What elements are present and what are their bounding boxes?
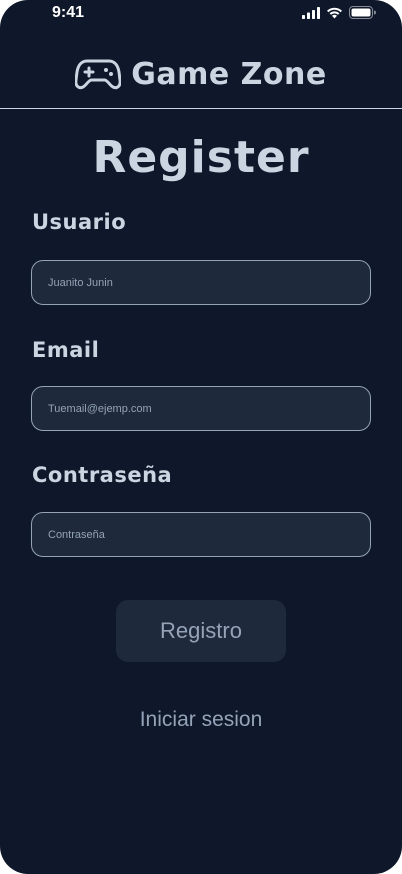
username-label: Usuario: [32, 210, 127, 234]
register-button[interactable]: Registro: [116, 600, 286, 662]
cellular-signal-icon: [302, 6, 320, 19]
gamepad-icon: [75, 59, 122, 90]
battery-icon: [349, 6, 376, 19]
email-label: Email: [32, 338, 100, 362]
login-link[interactable]: Iniciar sesion: [0, 708, 402, 732]
header-divider: [0, 108, 402, 109]
phone-screen: 9:41 Game Zone Register Usuario Juanito …: [0, 0, 402, 874]
wifi-icon: [327, 7, 342, 18]
password-input[interactable]: [31, 512, 371, 557]
password-label: Contraseña: [32, 463, 173, 487]
username-input[interactable]: [31, 260, 371, 305]
email-input[interactable]: [31, 386, 371, 431]
app-title: Game Zone: [131, 56, 327, 92]
app-header: Game Zone: [0, 40, 402, 108]
status-icons: [302, 6, 376, 19]
status-bar: 9:41: [0, 0, 402, 28]
page-title: Register: [92, 132, 310, 183]
status-time: 9:41: [52, 4, 85, 21]
